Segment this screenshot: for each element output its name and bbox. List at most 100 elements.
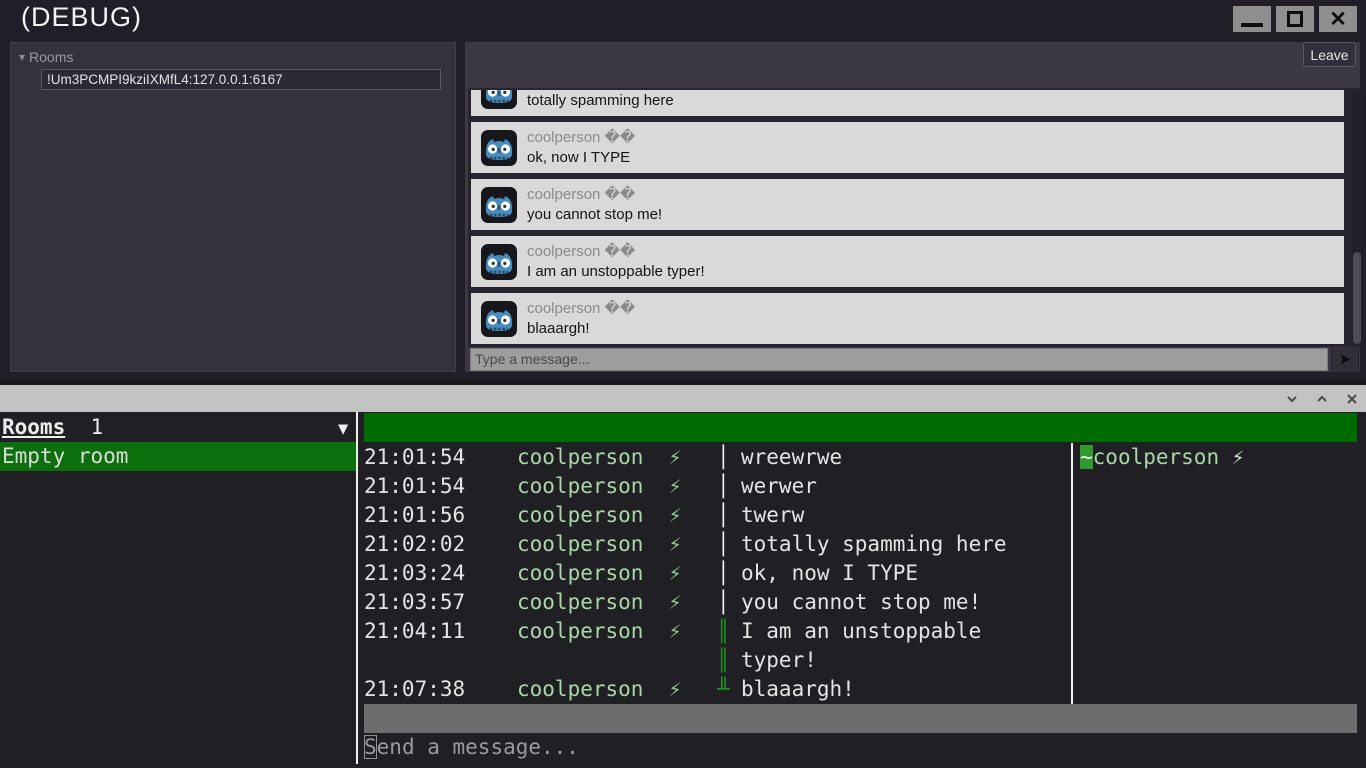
terminal-message-list: 21:01:54 coolperson ⚡ │ wreewrwe 21:01:54 coo…	[364, 443, 1074, 704]
message-text: werwer	[741, 474, 817, 498]
chat-message-card[interactable]: coolperson �� ok, now I TYPE	[470, 121, 1345, 174]
terminal-rooms-header[interactable]: Rooms 1	[0, 413, 356, 442]
terminal-message-row[interactable]: 21:03:24 coolperson ⚡ │ ok, now I TYPE	[364, 559, 1074, 588]
godot-robot-avatar	[481, 301, 517, 337]
terminal-message-row[interactable]: 21:01:54 coolperson ⚡ │ wreewrwe	[364, 443, 1074, 472]
message-text: ok, now I TYPE	[527, 149, 631, 166]
rooms-header-label: Rooms	[2, 415, 66, 439]
terminal-collapse-button[interactable]	[1281, 388, 1303, 410]
message-text: totally spamming here	[741, 532, 1007, 556]
message-timestamp: 21:07:38	[364, 677, 466, 701]
terminal-message-row[interactable]: 21:02:02 coolperson ⚡ │ totally spamming he…	[364, 530, 1074, 559]
tree-collapse-icon[interactable]: ▾	[19, 50, 25, 64]
power-level-icon: ⚡	[668, 677, 682, 701]
rooms-panel: ▾ Rooms !Um3PCMPI9kziIXMfL4:127.0.0.1:61…	[10, 42, 456, 372]
column-separator: │	[717, 474, 730, 498]
close-button[interactable]: ✕	[1319, 6, 1357, 32]
message-timestamp: 21:04:11	[364, 619, 466, 643]
message-sender: coolperson ⚡	[517, 561, 682, 585]
maximize-icon	[1287, 11, 1303, 27]
chevron-up-icon	[1317, 395, 1327, 402]
column-separator: │	[717, 503, 730, 527]
message-sender: coolperson ⚡	[517, 474, 682, 498]
message-text: wreewrwe	[741, 445, 843, 469]
selection-indicator: ╨	[717, 677, 730, 701]
terminal-message-row[interactable]: 21:07:38 coolperson ⚡ ╨ blaaargh!	[364, 675, 1074, 704]
chevron-down-icon	[1287, 396, 1297, 403]
power-level-icon: ⚡	[668, 445, 682, 469]
selection-indicator: ║ ║	[717, 619, 730, 672]
text-cursor: S	[364, 735, 377, 759]
terminal-message-row[interactable]: 21:03:57 coolperson ⚡ │ you cannot stop me!	[364, 588, 1074, 617]
message-text: I am an unstoppable typer!	[527, 263, 705, 280]
power-level-icon: ⚡	[668, 561, 682, 585]
power-level-icon: ⚡	[668, 474, 682, 498]
message-sender: coolperson ��	[527, 300, 636, 317]
column-separator: │	[717, 445, 730, 469]
close-icon	[1347, 394, 1357, 404]
rooms-tree-label: Rooms	[29, 49, 74, 65]
chat-message-card[interactable]: coolperson �� blaaargh!	[470, 292, 1345, 345]
message-text: ok, now I TYPE	[741, 561, 919, 585]
send-button[interactable]: ➤	[1331, 345, 1359, 373]
message-sender: coolperson ⚡	[517, 445, 682, 469]
power-level-icon: ⚡	[668, 503, 682, 527]
message-text: totally spamming here	[527, 92, 674, 109]
message-timestamp: 21:03:57	[364, 590, 466, 614]
message-list: coolperson ��totally spamming herecoolpe…	[470, 90, 1345, 345]
send-icon: ➤	[1338, 351, 1352, 368]
godot-robot-avatar	[481, 187, 517, 223]
message-input[interactable]: Type a message...	[470, 348, 1328, 371]
message-sender: coolperson ⚡	[517, 590, 682, 614]
message-timestamp: 21:01:56	[364, 503, 466, 527]
message-timestamp: 21:03:24	[364, 561, 466, 585]
message-sender: coolperson ��	[527, 243, 636, 260]
rooms-dropdown-icon[interactable]: ▼	[338, 415, 348, 444]
power-level-icon: ⚡	[668, 590, 682, 614]
message-text: you cannot stop me!	[741, 590, 982, 614]
power-level-icon: ⚡	[668, 619, 682, 643]
maximize-button[interactable]	[1276, 6, 1314, 32]
message-timestamp: 21:02:02	[364, 532, 466, 556]
godot-robot-avatar	[481, 130, 517, 166]
scrollbar-thumb[interactable]	[1353, 252, 1361, 344]
chat-message-card[interactable]: coolperson �� I am an unstoppable typer!	[470, 235, 1345, 288]
terminal-titlebar[interactable]	[0, 385, 1366, 412]
rooms-count: 1	[65, 415, 104, 439]
chat-message-card[interactable]: coolperson �� you cannot stop me!	[470, 178, 1345, 231]
members-separator	[1071, 443, 1073, 704]
leave-button[interactable]: Leave	[1303, 42, 1356, 67]
message-sender: coolperson ⚡	[517, 619, 682, 643]
terminal-message-row[interactable]: 21:01:56 coolperson ⚡ │ twerw	[364, 501, 1074, 530]
member-list-item[interactable]: ~coolperson ⚡	[1080, 443, 1357, 472]
message-text: twerw	[741, 503, 805, 527]
message-timestamp: 21:01:54	[364, 474, 466, 498]
selected-room-item[interactable]: Empty room	[0, 442, 356, 471]
admin-prefix-badge: ~	[1080, 445, 1093, 469]
minimize-button[interactable]	[1233, 6, 1271, 32]
input-divider-bar	[364, 704, 1357, 733]
terminal-message-row[interactable]: 21:04:11 coolperson ⚡ ║ ║ I am an unstoppab…	[364, 617, 1074, 675]
chat-message-card[interactable]: coolperson ��totally spamming here	[470, 90, 1345, 117]
column-separator: │	[717, 532, 730, 556]
rooms-tree-header[interactable]: ▾ Rooms	[19, 49, 73, 65]
message-scroll-region: coolperson ��totally spamming herecoolpe…	[468, 88, 1362, 347]
message-sender: coolperson ��	[527, 129, 636, 146]
scrollbar-track[interactable]	[1352, 90, 1362, 345]
message-timestamp: 21:01:54	[364, 445, 466, 469]
room-id-item[interactable]: !Um3PCMPI9kziIXMfL4:127.0.0.1:6167	[41, 69, 441, 90]
minimize-icon	[1241, 23, 1263, 27]
power-level-icon: ⚡	[668, 532, 682, 556]
terminal-expand-button[interactable]	[1311, 388, 1333, 410]
message-sender: coolperson ��	[527, 186, 636, 203]
godot-robot-avatar	[481, 244, 517, 280]
message-text: I am an unstoppable typer!	[741, 619, 982, 672]
terminal-close-button[interactable]	[1341, 388, 1363, 410]
input-placeholder: end a message...	[376, 735, 579, 759]
terminal-message-input[interactable]: Send a message...	[364, 733, 579, 762]
member-list: ~coolperson ⚡	[1080, 443, 1357, 472]
close-icon: ✕	[1329, 7, 1347, 31]
room-topic-bar	[364, 413, 1357, 442]
terminal-message-row[interactable]: 21:01:54 coolperson ⚡ │ werwer	[364, 472, 1074, 501]
message-sender: coolperson ⚡	[517, 503, 682, 527]
